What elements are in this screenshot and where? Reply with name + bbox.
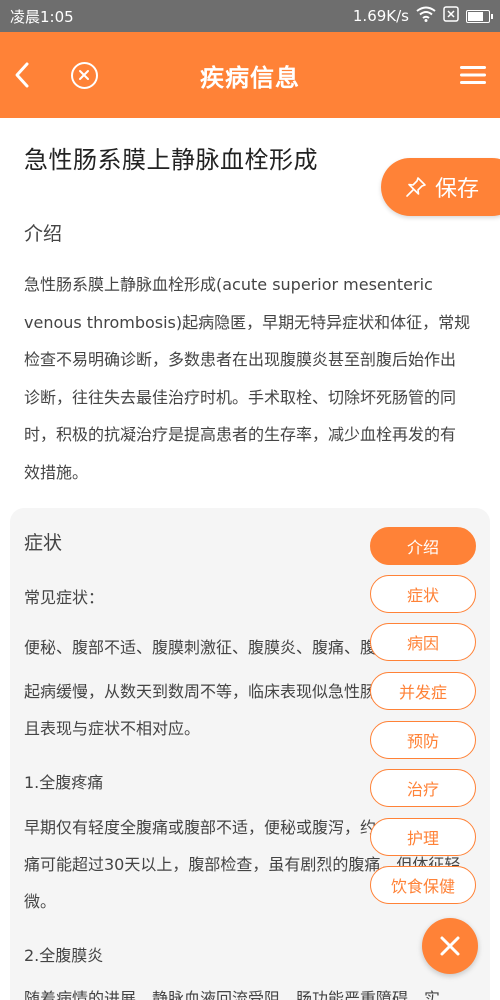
symptoms-heading: 症状 bbox=[24, 532, 63, 554]
nav-item-treatment[interactable]: 治疗 bbox=[370, 769, 476, 807]
intro-line: 检查不易明确诊断，多数患者在出现腹膜炎甚至剖腹后始作出 bbox=[24, 350, 457, 369]
nav-item-intro[interactable]: 介绍 bbox=[370, 527, 476, 565]
paragraph-line: 随着病情的进展，静脉血液回流受阻，肠功能严重障碍，实... bbox=[24, 989, 456, 1000]
save-label: 保存 bbox=[435, 177, 480, 202]
intro-heading: 介绍 bbox=[24, 223, 63, 245]
back-arrow-icon bbox=[15, 62, 29, 88]
status-time: 凌晨1:05 bbox=[10, 7, 74, 26]
intro-line: 诊断，往往失去最佳治疗时机。手术取栓、切除坏死肠管的同 bbox=[24, 387, 457, 407]
close-button[interactable] bbox=[64, 32, 104, 118]
app-bar: 疾病信息 bbox=[0, 32, 500, 118]
close-nav-button[interactable] bbox=[422, 918, 478, 974]
intro-line: 时，积极的抗凝治疗是提高患者的生存率，减少血栓再发的有 bbox=[24, 425, 457, 444]
nav-item-prevention[interactable]: 预防 bbox=[370, 721, 476, 759]
nav-item-symptoms[interactable]: 症状 bbox=[370, 575, 476, 613]
intro-line: venous thrombosis)起病隐匿，早期无特异症状和体征，常规 bbox=[24, 312, 471, 332]
network-speed: 1.69K/s bbox=[352, 7, 409, 25]
nav-item-care[interactable]: 护理 bbox=[370, 818, 476, 856]
symptoms-paragraph-3: 随着病情的进展，静脉血液回流受阻，肠功能严重障碍，实... bbox=[24, 980, 476, 1000]
nav-item-complications[interactable]: 并发症 bbox=[370, 672, 476, 710]
nav-item-diet[interactable]: 饮食保健 bbox=[370, 866, 476, 904]
intro-line: 急性肠系膜上静脉血栓形成(acute superior mesenteric bbox=[24, 275, 433, 294]
menu-icon bbox=[460, 66, 486, 84]
intro-line: 效措施。 bbox=[24, 462, 89, 482]
status-right: 1.69K/s bbox=[352, 6, 493, 26]
status-bar: 凌晨1:05 1.69K/s bbox=[0, 0, 500, 32]
back-button[interactable] bbox=[4, 32, 40, 118]
save-button[interactable]: 保存 bbox=[381, 158, 500, 216]
nav-item-causes[interactable]: 病因 bbox=[370, 623, 476, 661]
pin-icon bbox=[406, 177, 426, 197]
close-circle-icon bbox=[70, 61, 98, 89]
intro-text: 急性肠系膜上静脉血栓形成(acute superior mesenteric v… bbox=[24, 266, 476, 491]
sim-icon bbox=[443, 6, 459, 26]
menu-button[interactable] bbox=[458, 32, 488, 118]
close-icon bbox=[440, 936, 460, 956]
battery-icon bbox=[466, 9, 493, 23]
disease-title: 急性肠系膜上静脉血栓形成 bbox=[24, 146, 318, 174]
wifi-icon bbox=[416, 6, 436, 26]
symptom-subheading-2: 2.全腹膜炎 bbox=[24, 946, 104, 965]
